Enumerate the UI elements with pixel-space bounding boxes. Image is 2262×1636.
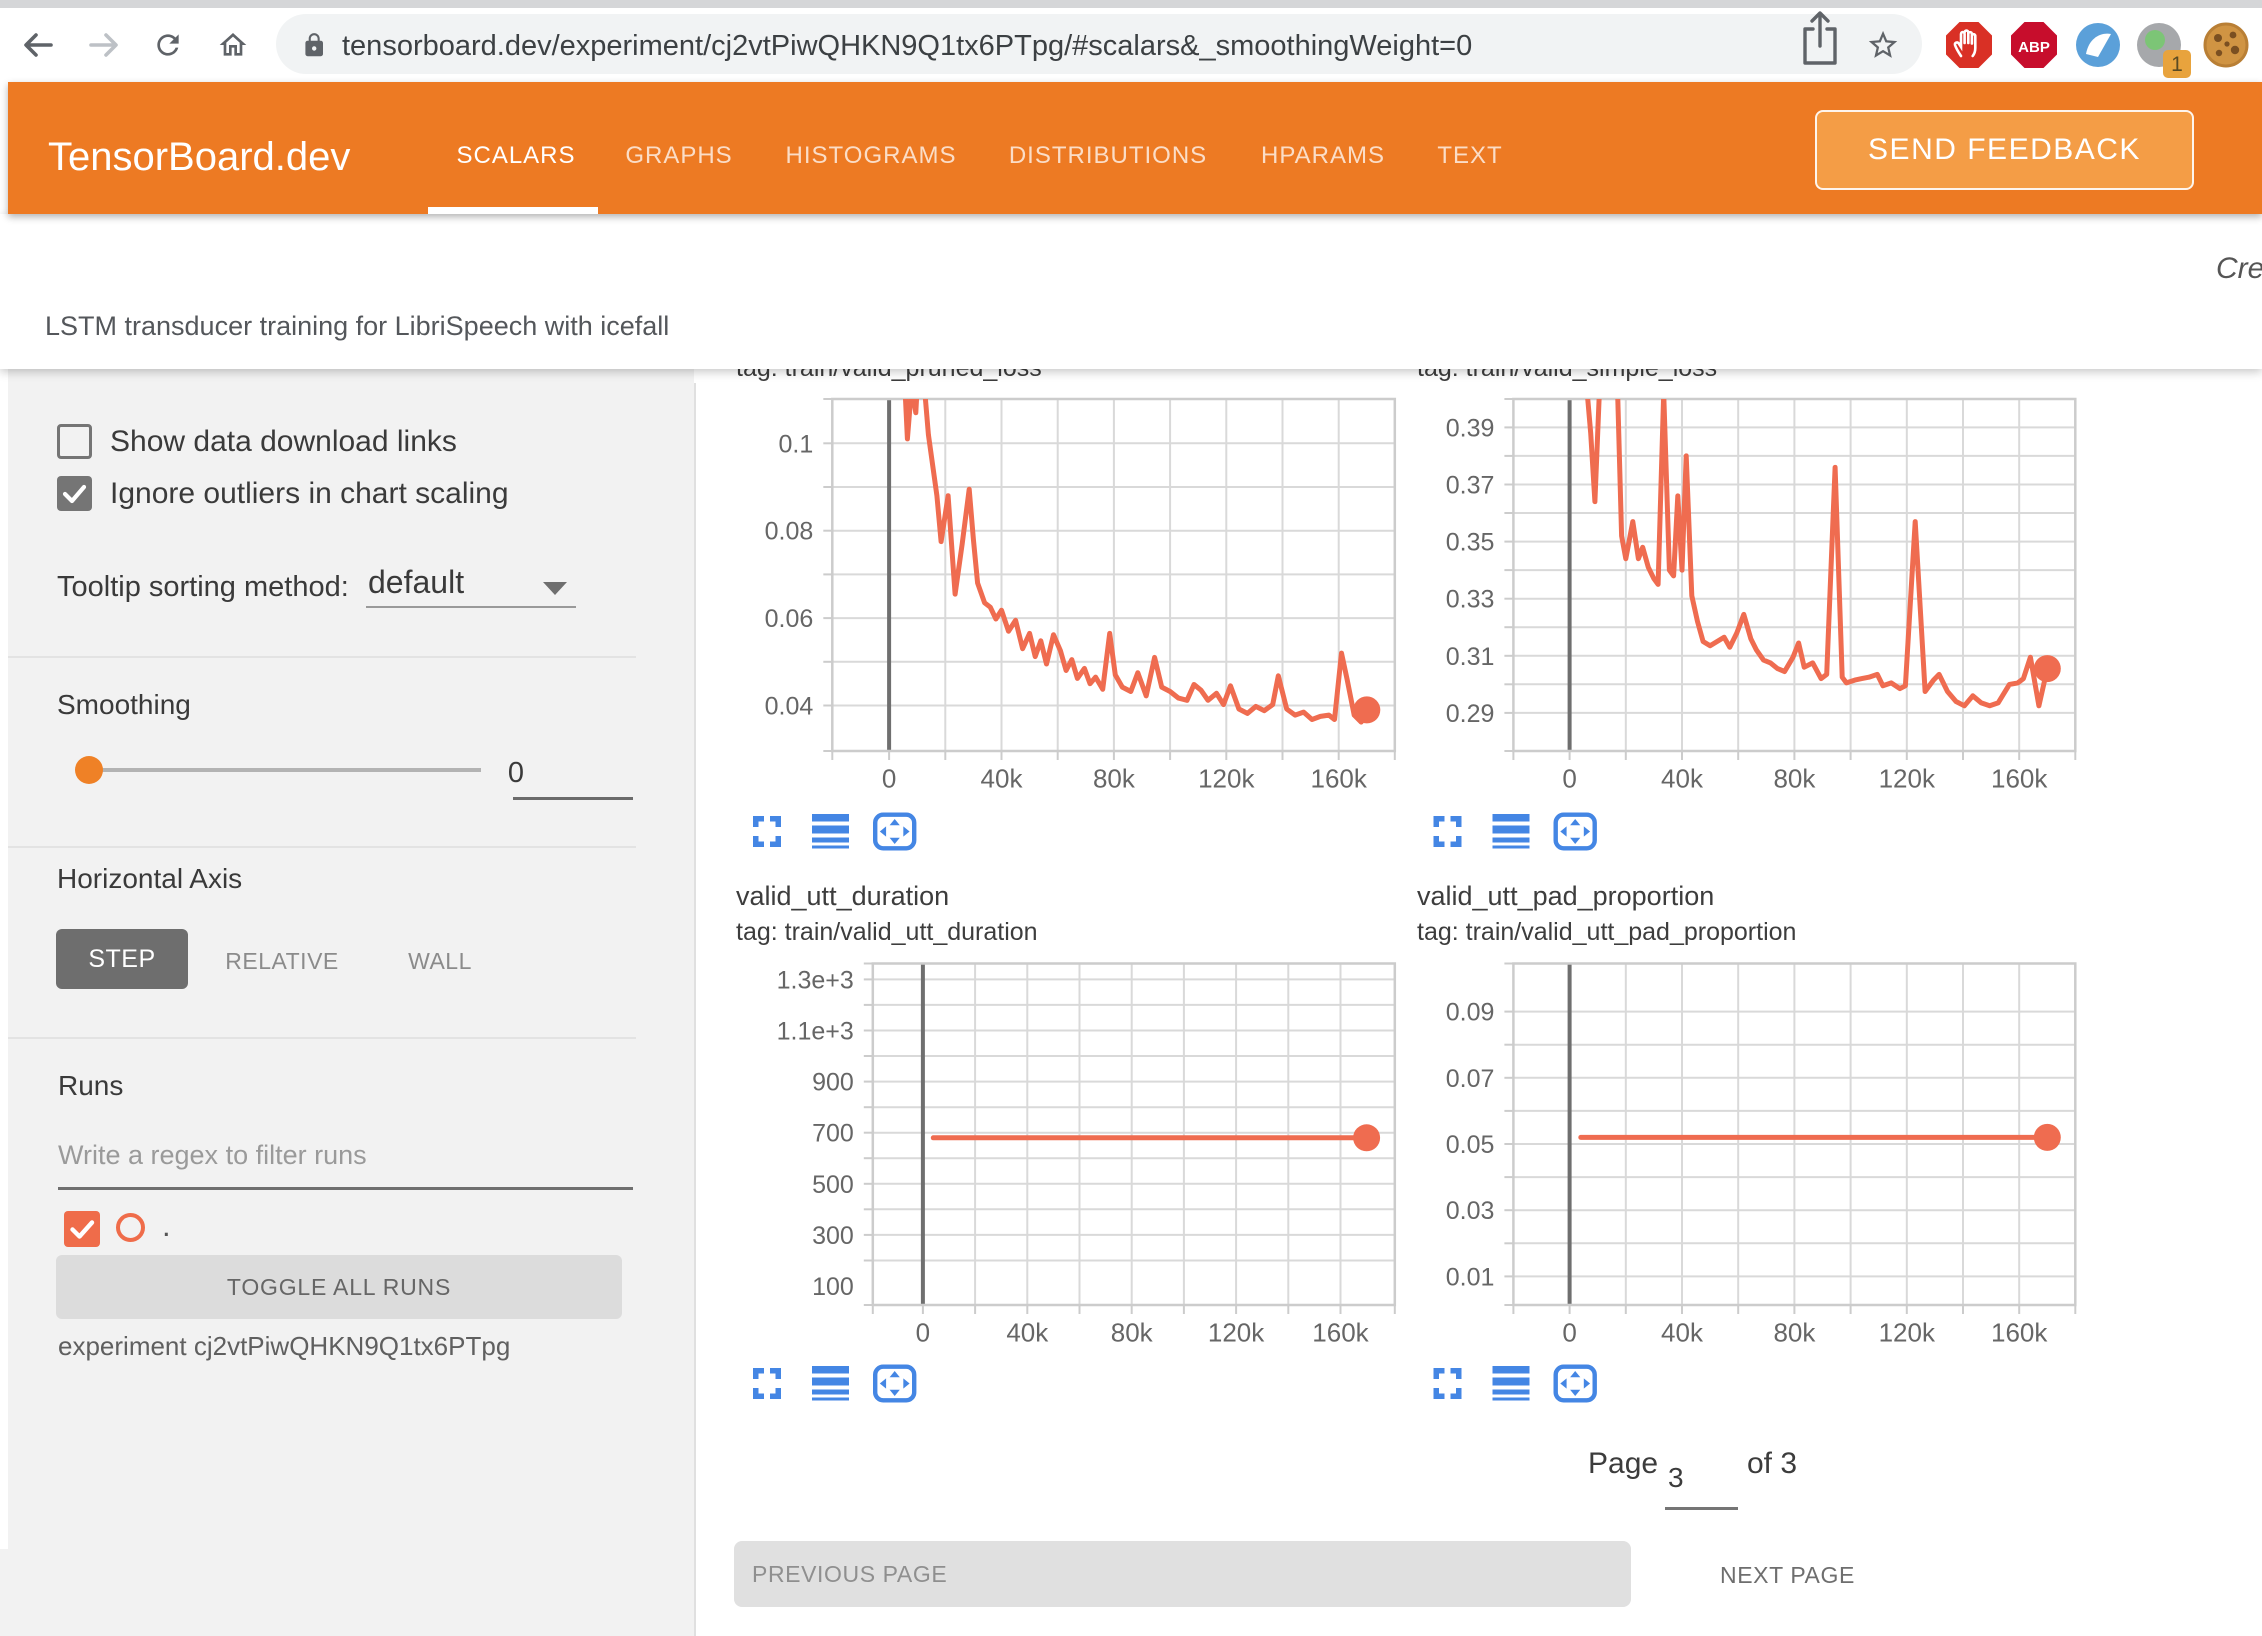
svg-text:0.09: 0.09 — [1446, 999, 1495, 1027]
svg-text:tag: train/valid_utt_pad_propo: tag: train/valid_utt_pad_proportion — [1417, 918, 1796, 946]
svg-text:0.1: 0.1 — [779, 430, 814, 458]
svg-text:160k: 160k — [1991, 764, 2048, 794]
svg-text:valid_utt_pad_proportion: valid_utt_pad_proportion — [1417, 881, 1714, 911]
svg-text:160k: 160k — [1311, 764, 1368, 794]
svg-text:100: 100 — [812, 1273, 854, 1301]
svg-text:0.31: 0.31 — [1446, 643, 1495, 671]
svg-text:0.37: 0.37 — [1446, 472, 1495, 500]
svg-text:0: 0 — [916, 1318, 930, 1348]
svg-text:0.08: 0.08 — [765, 518, 814, 546]
svg-text:80k: 80k — [1773, 764, 1816, 794]
svg-text:0.04: 0.04 — [765, 693, 814, 721]
svg-text:40k: 40k — [1661, 1318, 1704, 1348]
svg-text:700: 700 — [812, 1120, 854, 1148]
svg-text:500: 500 — [812, 1171, 854, 1199]
svg-text:120k: 120k — [1208, 1318, 1265, 1348]
svg-text:0.35: 0.35 — [1446, 529, 1495, 557]
svg-text:120k: 120k — [1879, 1318, 1936, 1348]
svg-text:tag: train/valid_utt_duration: tag: train/valid_utt_duration — [736, 918, 1038, 946]
svg-text:80k: 80k — [1773, 1318, 1816, 1348]
svg-text:120k: 120k — [1198, 764, 1255, 794]
svg-text:0.33: 0.33 — [1446, 586, 1495, 614]
svg-text:1.3e+3: 1.3e+3 — [777, 966, 854, 994]
svg-text:1.1e+3: 1.1e+3 — [777, 1018, 854, 1046]
svg-text:0.01: 0.01 — [1446, 1263, 1495, 1291]
svg-text:80k: 80k — [1093, 764, 1136, 794]
svg-text:0.03: 0.03 — [1446, 1197, 1495, 1225]
svg-text:0.06: 0.06 — [765, 605, 814, 633]
svg-text:120k: 120k — [1879, 764, 1936, 794]
svg-text:40k: 40k — [1006, 1318, 1049, 1348]
svg-text:valid_utt_duration: valid_utt_duration — [736, 881, 949, 911]
svg-text:160k: 160k — [1312, 1318, 1369, 1348]
svg-text:40k: 40k — [981, 764, 1024, 794]
svg-text:0: 0 — [1562, 764, 1576, 794]
svg-text:80k: 80k — [1111, 1318, 1154, 1348]
svg-text:0.39: 0.39 — [1446, 414, 1495, 442]
svg-text:40k: 40k — [1661, 764, 1704, 794]
svg-text:0: 0 — [882, 764, 896, 794]
svg-text:900: 900 — [812, 1069, 854, 1097]
svg-text:0.07: 0.07 — [1446, 1065, 1495, 1093]
svg-text:0: 0 — [1562, 1318, 1576, 1348]
svg-text:300: 300 — [812, 1222, 854, 1250]
svg-text:0.05: 0.05 — [1446, 1131, 1495, 1159]
svg-text:160k: 160k — [1991, 1318, 2048, 1348]
svg-text:0.29: 0.29 — [1446, 700, 1495, 728]
